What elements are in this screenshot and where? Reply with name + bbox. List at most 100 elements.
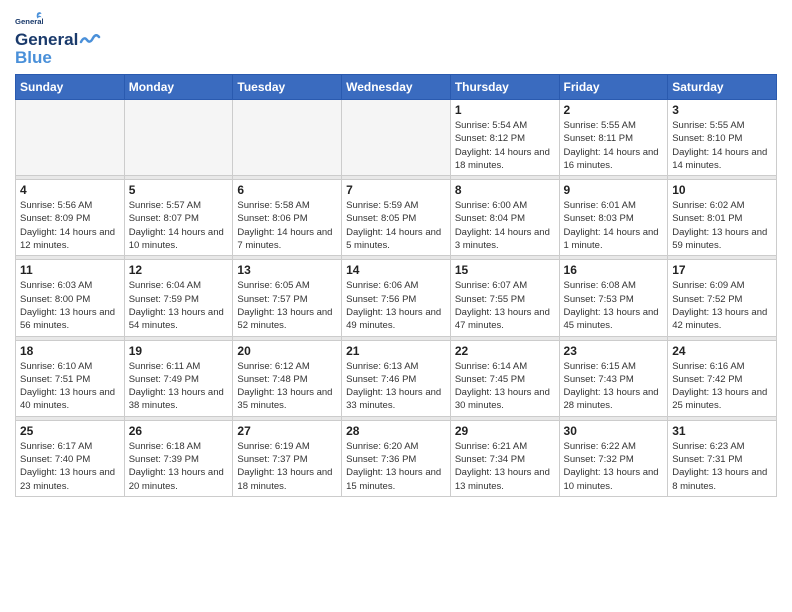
calendar-cell: 16Sunrise: 6:08 AMSunset: 7:53 PMDayligh… (559, 260, 668, 336)
calendar-cell: 1 Sunrise: 5:54 AMSunset: 8:12 PMDaylight… (450, 100, 559, 176)
calendar-cell: 10Sunrise: 6:02 AMSunset: 8:01 PMDayligh… (668, 180, 777, 256)
day-info: Sunrise: 6:06 AMSunset: 7:56 PMDaylight:… (346, 279, 446, 332)
day-number: 2 (564, 103, 664, 117)
calendar-cell (233, 100, 342, 176)
day-info: Sunrise: 6:20 AMSunset: 7:36 PMDaylight:… (346, 440, 446, 493)
day-info: Sunrise: 6:12 AMSunset: 7:48 PMDaylight:… (237, 360, 337, 413)
logo-wave-icon (79, 32, 101, 48)
calendar-table: SundayMondayTuesdayWednesdayThursdayFrid… (15, 74, 777, 497)
calendar-cell: 3 Sunrise: 5:55 AMSunset: 8:10 PMDaylight… (668, 100, 777, 176)
calendar-cell: 4Sunrise: 5:56 AMSunset: 8:09 PMDaylight… (16, 180, 125, 256)
day-info: Sunrise: 6:11 AMSunset: 7:49 PMDaylight:… (129, 360, 229, 413)
day-number: 9 (564, 183, 664, 197)
day-number: 18 (20, 344, 120, 358)
day-number: 28 (346, 424, 446, 438)
calendar-cell (124, 100, 233, 176)
day-number: 20 (237, 344, 337, 358)
calendar-cell (342, 100, 451, 176)
day-number: 8 (455, 183, 555, 197)
calendar-cell: 23Sunrise: 6:15 AMSunset: 7:43 PMDayligh… (559, 340, 668, 416)
calendar-cell: 2Sunrise: 5:55 AMSunset: 8:11 PMDaylight… (559, 100, 668, 176)
day-info: Sunrise: 6:16 AMSunset: 7:42 PMDaylight:… (672, 360, 772, 413)
calendar-cell: 22 Sunrise: 6:14 AMSunset: 7:45 PMDayligh… (450, 340, 559, 416)
day-number: 22 (455, 344, 555, 358)
calendar-cell: 25 Sunrise: 6:17 AMSunset: 7:40 PMDayligh… (16, 420, 125, 496)
calendar-cell: 15 Sunrise: 6:07 AMSunset: 7:55 PMDayligh… (450, 260, 559, 336)
header: General General Blue (15, 10, 777, 68)
day-number: 23 (564, 344, 664, 358)
day-info: Sunrise: 5:57 AMSunset: 8:07 PMDaylight:… (129, 199, 229, 252)
day-number: 7 (346, 183, 446, 197)
day-number: 3 (672, 103, 772, 117)
calendar-cell: 9 Sunrise: 6:01 AMSunset: 8:03 PMDaylight… (559, 180, 668, 256)
calendar-cell: 19 Sunrise: 6:11 AMSunset: 7:49 PMDayligh… (124, 340, 233, 416)
day-info: Sunrise: 6:19 AMSunset: 7:37 PMDaylight:… (237, 440, 337, 493)
day-number: 14 (346, 263, 446, 277)
day-number: 31 (672, 424, 772, 438)
day-number: 12 (129, 263, 229, 277)
day-number: 30 (564, 424, 664, 438)
calendar-cell: 21 Sunrise: 6:13 AMSunset: 7:46 PMDayligh… (342, 340, 451, 416)
day-info: Sunrise: 6:23 AMSunset: 7:31 PMDaylight:… (672, 440, 772, 493)
day-number: 21 (346, 344, 446, 358)
day-number: 13 (237, 263, 337, 277)
col-header-thursday: Thursday (450, 75, 559, 100)
col-header-saturday: Saturday (668, 75, 777, 100)
calendar-cell: 13 Sunrise: 6:05 AMSunset: 7:57 PMDayligh… (233, 260, 342, 336)
calendar-cell: 29 Sunrise: 6:21 AMSunset: 7:34 PMDayligh… (450, 420, 559, 496)
calendar-cell: 7 Sunrise: 5:59 AMSunset: 8:05 PMDaylight… (342, 180, 451, 256)
day-number: 17 (672, 263, 772, 277)
day-number: 5 (129, 183, 229, 197)
calendar-cell: 27 Sunrise: 6:19 AMSunset: 7:37 PMDayligh… (233, 420, 342, 496)
col-header-monday: Monday (124, 75, 233, 100)
day-number: 10 (672, 183, 772, 197)
col-header-wednesday: Wednesday (342, 75, 451, 100)
day-info: Sunrise: 6:18 AMSunset: 7:39 PMDaylight:… (129, 440, 229, 493)
logo: General General Blue (15, 10, 102, 68)
calendar-cell: 24 Sunrise: 6:16 AMSunset: 7:42 PMDayligh… (668, 340, 777, 416)
calendar-cell: 12 Sunrise: 6:04 AMSunset: 7:59 PMDayligh… (124, 260, 233, 336)
day-info: Sunrise: 6:09 AMSunset: 7:52 PMDaylight:… (672, 279, 772, 332)
day-info: Sunrise: 6:13 AMSunset: 7:46 PMDaylight:… (346, 360, 446, 413)
day-number: 6 (237, 183, 337, 197)
day-info: Sunrise: 6:08 AMSunset: 7:53 PMDaylight:… (564, 279, 664, 332)
calendar-cell: 20 Sunrise: 6:12 AMSunset: 7:48 PMDayligh… (233, 340, 342, 416)
day-info: Sunrise: 5:55 AMSunset: 8:10 PMDaylight:… (672, 119, 772, 172)
calendar-cell: 28 Sunrise: 6:20 AMSunset: 7:36 PMDayligh… (342, 420, 451, 496)
day-info: Sunrise: 6:01 AMSunset: 8:03 PMDaylight:… (564, 199, 664, 252)
day-info: Sunrise: 5:58 AMSunset: 8:06 PMDaylight:… (237, 199, 337, 252)
day-info: Sunrise: 6:05 AMSunset: 7:57 PMDaylight:… (237, 279, 337, 332)
day-number: 19 (129, 344, 229, 358)
day-number: 27 (237, 424, 337, 438)
day-info: Sunrise: 6:04 AMSunset: 7:59 PMDaylight:… (129, 279, 229, 332)
day-number: 1 (455, 103, 555, 117)
calendar-cell: 5 Sunrise: 5:57 AMSunset: 8:07 PMDaylight… (124, 180, 233, 256)
day-info: Sunrise: 6:10 AMSunset: 7:51 PMDaylight:… (20, 360, 120, 413)
day-info: Sunrise: 5:59 AMSunset: 8:05 PMDaylight:… (346, 199, 446, 252)
col-header-tuesday: Tuesday (233, 75, 342, 100)
logo-blue-text: Blue (15, 48, 52, 68)
day-info: Sunrise: 6:22 AMSunset: 7:32 PMDaylight:… (564, 440, 664, 493)
page-container: General General Blue SundayMondayTuesday… (0, 0, 792, 502)
calendar-cell: 8Sunrise: 6:00 AMSunset: 8:04 PMDaylight… (450, 180, 559, 256)
day-number: 24 (672, 344, 772, 358)
day-number: 4 (20, 183, 120, 197)
day-info: Sunrise: 5:54 AMSunset: 8:12 PMDaylight:… (455, 119, 555, 172)
logo-general-text: General (15, 30, 78, 50)
calendar-cell: 11Sunrise: 6:03 AMSunset: 8:00 PMDayligh… (16, 260, 125, 336)
day-info: Sunrise: 6:14 AMSunset: 7:45 PMDaylight:… (455, 360, 555, 413)
calendar-cell: 26 Sunrise: 6:18 AMSunset: 7:39 PMDayligh… (124, 420, 233, 496)
day-info: Sunrise: 6:21 AMSunset: 7:34 PMDaylight:… (455, 440, 555, 493)
calendar-cell: 14 Sunrise: 6:06 AMSunset: 7:56 PMDayligh… (342, 260, 451, 336)
day-number: 15 (455, 263, 555, 277)
day-info: Sunrise: 6:03 AMSunset: 8:00 PMDaylight:… (20, 279, 120, 332)
calendar-cell: 31 Sunrise: 6:23 AMSunset: 7:31 PMDayligh… (668, 420, 777, 496)
day-number: 25 (20, 424, 120, 438)
day-number: 29 (455, 424, 555, 438)
logo-icon: General (15, 10, 43, 30)
day-number: 26 (129, 424, 229, 438)
day-info: Sunrise: 6:07 AMSunset: 7:55 PMDaylight:… (455, 279, 555, 332)
day-info: Sunrise: 6:17 AMSunset: 7:40 PMDaylight:… (20, 440, 120, 493)
svg-text:General: General (15, 17, 43, 26)
calendar-cell (16, 100, 125, 176)
